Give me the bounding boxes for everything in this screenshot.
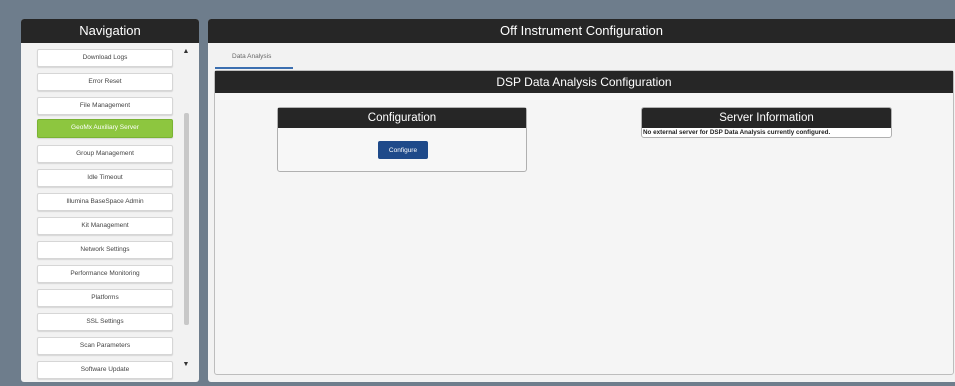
navigation-scrollbar[interactable]: ▲ ▼ (181, 43, 191, 382)
configuration-title: Configuration (278, 108, 526, 128)
scrollbar-thumb[interactable] (184, 113, 189, 325)
navigation-title: Navigation (21, 19, 199, 43)
server-information-title: Server Information (642, 108, 891, 128)
nav-item-kit-management[interactable]: Kit Management (37, 217, 173, 235)
nav-item-network-settings[interactable]: Network Settings (37, 241, 173, 259)
nav-item-software-update[interactable]: Software Update (37, 361, 173, 379)
nav-item-geomx-auxiliary-server[interactable]: GeoMx Auxiliary Server (37, 119, 173, 138)
nav-item-download-logs[interactable]: Download Logs (37, 49, 173, 67)
page-title: Off Instrument Configuration (208, 19, 955, 43)
nav-item-group-management[interactable]: Group Management (37, 145, 173, 163)
configuration-box: Configuration Configure (277, 107, 527, 172)
nav-item-file-management[interactable]: File Management (37, 97, 173, 115)
caret-up-icon[interactable]: ▲ (181, 47, 191, 57)
tab-data-analysis[interactable]: Data Analysis (215, 49, 293, 69)
server-status-message: No external server for DSP Data Analysis… (643, 129, 831, 136)
dsp-panel-title: DSP Data Analysis Configuration (215, 71, 953, 93)
nav-item-performance-monitoring[interactable]: Performance Monitoring (37, 265, 173, 283)
nav-item-idle-timeout[interactable]: Idle Timeout (37, 169, 173, 187)
main-panel: Off Instrument Configuration Data Analys… (208, 19, 955, 382)
tab-bar: Data Analysis (208, 43, 955, 69)
nav-item-platforms[interactable]: Platforms (37, 289, 173, 307)
navigation-panel: Navigation Download Logs Error Reset Fil… (21, 19, 199, 382)
navigation-list: Download Logs Error Reset File Managemen… (21, 43, 199, 382)
nav-item-error-reset[interactable]: Error Reset (37, 73, 173, 91)
nav-item-ssl-settings[interactable]: SSL Settings (37, 313, 173, 331)
configure-button[interactable]: Configure (378, 141, 428, 159)
nav-item-illumina-basespace-admin[interactable]: Illumina BaseSpace Admin (37, 193, 173, 211)
caret-down-icon[interactable]: ▼ (181, 360, 191, 370)
dsp-configuration-panel: DSP Data Analysis Configuration Configur… (214, 70, 954, 375)
nav-item-scan-parameters[interactable]: Scan Parameters (37, 337, 173, 355)
server-information-box: Server Information No external server fo… (641, 107, 892, 138)
